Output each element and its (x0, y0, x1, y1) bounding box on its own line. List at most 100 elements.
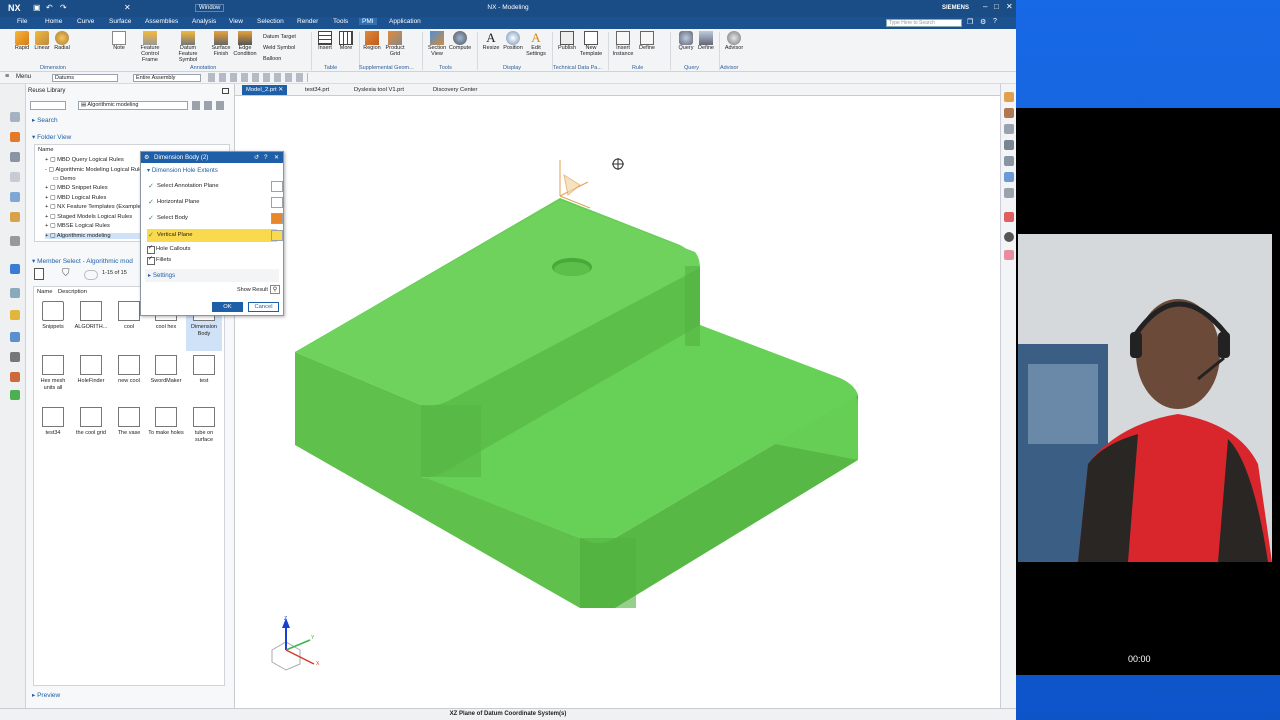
hole-callouts-checkbox[interactable]: Hole Callouts (147, 244, 190, 254)
compute-button[interactable]: Compute (447, 31, 473, 52)
tree-item-mbd-logical[interactable]: + ▢ MBD Logical Rules (45, 195, 106, 201)
radial-dimension-button[interactable]: Radial (49, 31, 75, 52)
member-item[interactable]: new cool (111, 353, 147, 405)
restore-icon[interactable]: ❐ (967, 18, 973, 26)
minimize-icon[interactable]: – (983, 2, 987, 11)
menu-application[interactable]: Application (386, 18, 424, 25)
dialog-gear-icon[interactable]: ⚙ (144, 152, 150, 163)
select-body-row[interactable]: ✓ Select Body (147, 212, 283, 225)
close-window-icon[interactable]: ✕ (1006, 2, 1013, 11)
library-toolbar-icons[interactable] (192, 101, 228, 110)
menu-view[interactable]: View (226, 18, 246, 25)
save-icon[interactable]: ▣ (33, 3, 41, 12)
pan-icon[interactable] (1004, 172, 1014, 182)
menu-surface[interactable]: Surface (106, 18, 134, 25)
hamburger-icon[interactable]: ≡ (5, 73, 9, 80)
hd3d-tools-icon[interactable] (10, 192, 20, 202)
tab-model-2[interactable]: Model_2.prt ✕ (242, 85, 288, 95)
eraser-icon[interactable] (1004, 250, 1014, 260)
reset-icon[interactable]: ↺ (254, 152, 259, 163)
reuse-library-icon[interactable] (10, 172, 20, 182)
tree-item-algorithmic-modeling[interactable]: + ▢ Algorithmic modeling (45, 233, 141, 239)
view-triad[interactable] (271, 618, 315, 671)
menu-assemblies[interactable]: Assemblies (142, 18, 181, 25)
menu-home[interactable]: Home (42, 18, 65, 25)
constraint-navigator-icon[interactable] (10, 132, 20, 142)
tree-item-mbd-snippet[interactable]: + ▢ MBD Snippet Rules (45, 185, 108, 191)
tree-item-staged-models[interactable]: + ▢ Staged Models Logical Rules (45, 214, 132, 220)
datum-feature-symbol-button[interactable]: Datum Feature Symbol (171, 31, 205, 63)
history-icon[interactable] (10, 236, 20, 246)
plane-selector-icon[interactable] (271, 197, 283, 208)
settings-section[interactable]: ▸ Settings (145, 269, 279, 282)
preview-section[interactable]: ▸ Preview (32, 691, 60, 699)
menu-analysis[interactable]: Analysis (189, 18, 219, 25)
member-item[interactable]: the cool grid (73, 405, 109, 457)
new-template-button[interactable]: New Template (578, 31, 604, 58)
system-materials-icon[interactable] (10, 264, 20, 274)
part-navigator-icon[interactable] (10, 152, 20, 162)
tree-item-mbd-query[interactable]: + ▢ MBD Query Logical Rules (45, 157, 124, 163)
tree-item-demo[interactable]: ▭ Demo (53, 176, 76, 182)
redo-icon[interactable]: ↷ (60, 3, 67, 12)
member-item[interactable]: Snippets (35, 299, 71, 351)
edit-settings-button[interactable]: A Edit Settings (523, 31, 549, 58)
vertical-plane-row[interactable]: ✓ Vertical Plane (147, 229, 283, 242)
publish-button[interactable]: Publish (554, 31, 580, 52)
feature-control-frame-button[interactable]: Feature Control Frame (135, 31, 165, 63)
member-item[interactable]: To make holes (148, 405, 184, 457)
undo-icon[interactable]: ↶ (46, 3, 53, 12)
menu-file[interactable]: File (14, 18, 30, 25)
menu-button[interactable]: Menu (16, 74, 31, 80)
dialog-close-icon[interactable]: ✕ (274, 152, 279, 163)
plane-selector-icon[interactable] (271, 230, 283, 241)
web-browser-icon[interactable] (10, 212, 20, 222)
balloon-button[interactable]: Balloon (263, 54, 296, 65)
datum-target-button[interactable]: Datum Target (263, 32, 296, 43)
process-studio-icon[interactable] (10, 288, 20, 298)
insert-instance-button[interactable]: Insert Instance (610, 31, 636, 58)
type-filter-select[interactable]: Datums (52, 74, 118, 82)
advisor-button[interactable]: Advisor (721, 31, 747, 52)
member-item[interactable]: test (186, 353, 222, 405)
tree-item-mbse[interactable]: + ▢ MBSE Logical Rules (45, 223, 110, 229)
menu-pmi[interactable]: PMI (359, 18, 377, 25)
rules-icon[interactable] (10, 372, 20, 382)
menu-tools[interactable]: Tools (330, 18, 351, 25)
tree-item-nx-feature-templates[interactable]: + ▢ NX Feature Templates (Example) (45, 204, 143, 210)
hole-extents-section[interactable]: ▾ Dimension Hole Extents (147, 167, 218, 174)
fit-icon[interactable] (1004, 124, 1014, 134)
roles-icon[interactable] (10, 310, 20, 320)
search-section[interactable]: ▸ Search (32, 116, 58, 124)
tab-dyslexia-tool[interactable]: Dyslexia tool V1.prt (350, 85, 408, 95)
panel-maximize-icon[interactable] (222, 88, 229, 94)
plane-selector-icon[interactable] (271, 181, 283, 192)
menu-selection[interactable]: Selection (254, 18, 287, 25)
tab-discovery-center[interactable]: Discovery Center (429, 85, 481, 95)
member-item[interactable]: ALGORITH... (73, 299, 109, 351)
close-part-icon[interactable]: ✕ (124, 3, 131, 12)
query-define-button[interactable]: Define (693, 31, 719, 52)
snap-toolbar[interactable] (208, 73, 308, 82)
member-item[interactable]: The vase (111, 405, 147, 457)
view-mode-icon[interactable] (34, 268, 44, 280)
section-icon[interactable] (1004, 188, 1014, 198)
dialog-help-icon[interactable]: ? (264, 152, 267, 163)
body-selector-icon[interactable] (271, 213, 283, 224)
prev-page-icon[interactable] (84, 270, 98, 280)
menu-render[interactable]: Render (294, 18, 321, 25)
cancel-button[interactable]: Cancel (248, 302, 279, 312)
member-item[interactable]: test34 (35, 405, 71, 457)
library-select[interactable]: ▤ Algorithmic modeling (78, 101, 188, 110)
gear-icon[interactable]: ⚙ (980, 18, 986, 26)
zoom-icon[interactable] (1004, 140, 1014, 150)
show-hide-icon[interactable] (1004, 232, 1014, 242)
team-center-icon[interactable] (10, 352, 20, 362)
menu-curve[interactable]: Curve (74, 18, 97, 25)
note-button[interactable]: Note (106, 31, 132, 52)
maximize-icon[interactable]: □ (994, 2, 999, 11)
ok-button[interactable]: OK (212, 302, 243, 312)
member-item[interactable]: SwordMaker (148, 353, 184, 405)
orient-view-icon[interactable] (1004, 92, 1014, 102)
filter-icon[interactable]: ⛉ (62, 268, 70, 279)
